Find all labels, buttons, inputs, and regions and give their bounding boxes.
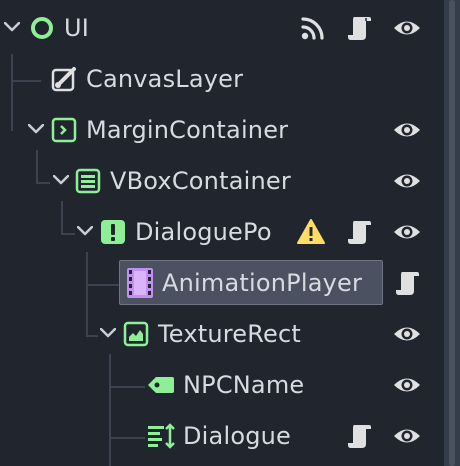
rich-text-label-icon [145,420,177,452]
tree-item-label: UI [64,13,90,42]
tree-item-label: Dialogue [183,421,292,450]
canvas-layer-icon [48,63,80,95]
tree-item-npcname[interactable]: NPCName [0,360,444,411]
chevron-down-icon[interactable] [75,221,95,241]
tree-item-vboxcontainer[interactable]: VBoxContainer [0,156,444,207]
tree-item-label: DialoguePo [135,217,272,246]
visibility-eye-icon[interactable] [392,319,422,349]
tree-item-label: VBoxContainer [110,166,291,195]
panel-warning-icon [97,216,129,248]
tree-item-dialogue[interactable]: Dialogue [0,411,444,462]
vertical-scrollbar[interactable] [449,0,455,466]
tree-item-label: AnimationPlayer [162,268,363,297]
chevron-down-icon[interactable] [26,119,46,139]
tree-item-animationplayer[interactable]: AnimationPlayer [0,258,444,309]
visibility-eye-icon[interactable] [392,217,422,247]
animation-player-icon [124,267,156,299]
script-icon[interactable] [344,421,374,451]
script-icon[interactable] [344,13,374,43]
texture-rect-icon [120,318,152,350]
script-icon[interactable] [344,217,374,247]
tree-item-texturerect[interactable]: TextureRect [0,309,444,360]
script-icon[interactable] [392,268,422,298]
warning-icon[interactable] [296,217,326,247]
tree-item-margincontainer[interactable]: MarginContainer [0,105,444,156]
visibility-eye-icon[interactable] [392,115,422,145]
visibility-eye-icon[interactable] [392,166,422,196]
chevron-down-icon[interactable] [98,323,118,343]
label-icon [145,369,177,401]
visibility-eye-icon[interactable] [392,13,422,43]
tree-item-ui[interactable]: UI [0,3,444,54]
scene-tree-panel: UI CanvasLayer MarginContainer VBoxConta… [0,0,444,466]
tree-item-canvaslayer[interactable]: CanvasLayer [0,54,444,105]
chevron-down-icon[interactable] [2,17,22,37]
signal-icon[interactable] [298,13,328,43]
margin-container-icon [48,114,80,146]
tree-item-label: CanvasLayer [86,64,244,93]
tree-item-label: MarginContainer [86,115,289,144]
tree-item-label: TextureRect [158,319,302,348]
vbox-container-icon [72,165,104,197]
visibility-eye-icon[interactable] [392,421,422,451]
tree-item-label: NPCName [183,370,305,399]
visibility-eye-icon[interactable] [392,370,422,400]
control-circle-icon [26,12,58,44]
tree-item-dialoguepo[interactable]: DialoguePo [0,207,444,258]
